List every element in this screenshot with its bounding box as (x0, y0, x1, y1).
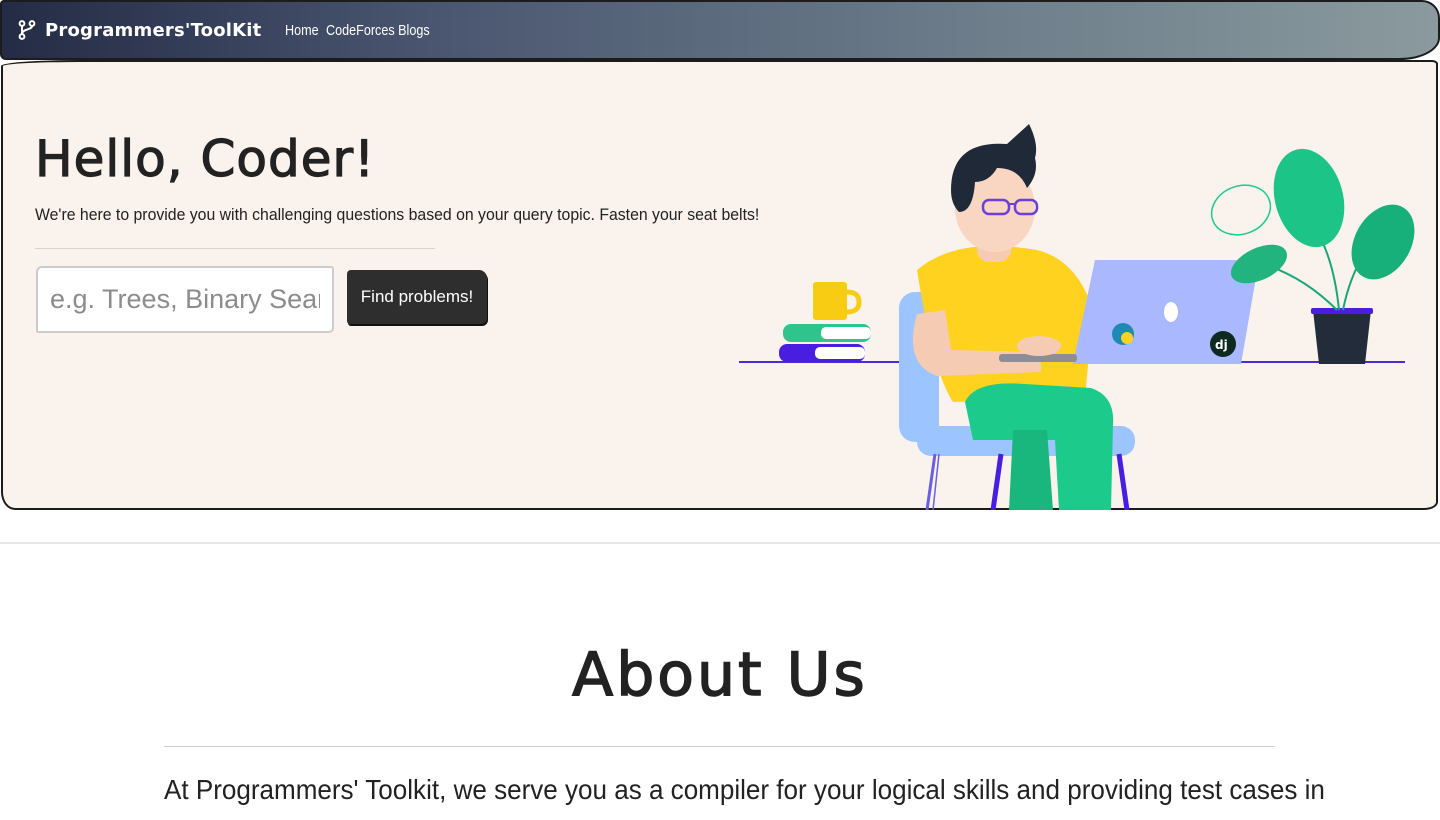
hero-section: Hello, Coder! We're here to provide you … (1, 60, 1438, 510)
brand-link[interactable]: Programmers'ToolKit (18, 20, 261, 41)
find-problems-button[interactable]: Find problems! (347, 270, 487, 324)
svg-text:dj: dj (1215, 338, 1228, 352)
about-text: At Programmers' Toolkit, we serve you as… (164, 774, 1325, 805)
hero-lead: We're here to provide you with challengi… (35, 205, 760, 224)
hero-divider (35, 248, 435, 249)
topic-search-input[interactable] (36, 266, 334, 333)
navbar: Programmers'ToolKit Home CodeForces Blog… (0, 0, 1440, 60)
hero-title: Hello, Coder! (34, 129, 376, 188)
nav-link-home[interactable]: Home (285, 22, 319, 39)
developer-at-laptop-illustration: dj (739, 124, 1415, 510)
about-title: About Us (571, 639, 868, 711)
about-divider (164, 746, 1275, 747)
brand-name: Programmers'ToolKit (45, 19, 262, 41)
section-divider (0, 542, 1440, 544)
git-branch-icon (18, 20, 36, 40)
nav-link-codeforces-blogs[interactable]: CodeForces Blogs (326, 22, 430, 39)
